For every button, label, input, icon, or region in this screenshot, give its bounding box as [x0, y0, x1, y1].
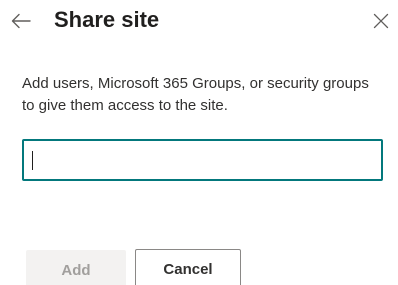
back-button[interactable] [6, 6, 36, 36]
close-button[interactable] [368, 8, 394, 34]
add-button[interactable]: Add [26, 250, 126, 285]
panel-title: Share site [54, 7, 160, 32]
cancel-button[interactable]: Cancel [135, 249, 241, 285]
arrow-left-icon [11, 13, 31, 29]
people-picker[interactable] [22, 139, 383, 181]
share-site-panel: Share site Add users, Microsoft 365 Grou… [0, 0, 398, 285]
close-icon [373, 13, 389, 29]
text-cursor [32, 151, 33, 170]
people-search-input[interactable] [24, 141, 381, 179]
share-description: Add users, Microsoft 365 Groups, or secu… [22, 75, 369, 114]
